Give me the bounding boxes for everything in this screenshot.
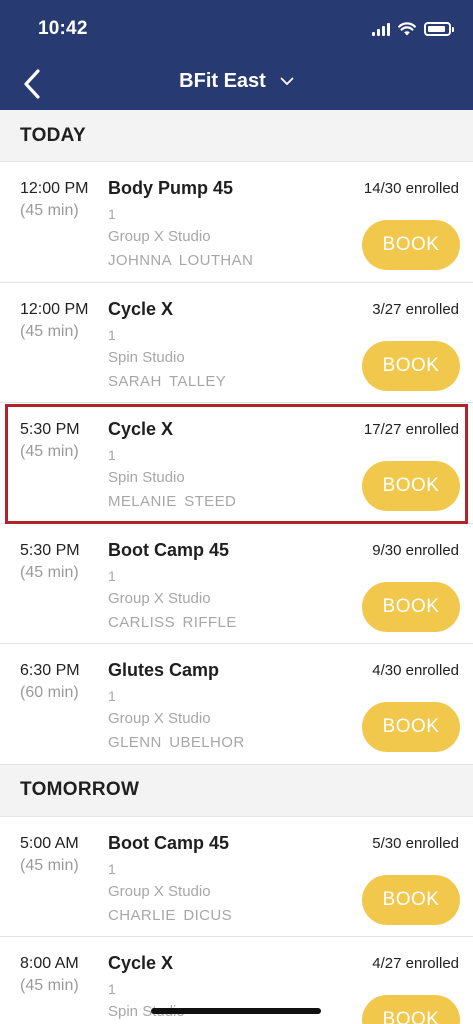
class-name: Cycle X	[108, 419, 174, 439]
class-number: 1	[108, 860, 116, 877]
section-header-today: TODAY	[0, 110, 473, 162]
enrollment-count: 5/30 enrolled	[372, 834, 459, 852]
class-instructor: JOHNNA LOUTHAN	[108, 252, 254, 269]
battery-icon	[424, 22, 454, 36]
class-time: 5:30 PM	[20, 421, 80, 438]
status-icons	[372, 20, 454, 38]
home-indicator	[151, 1008, 321, 1014]
class-row[interactable]: 6:30 PM (60 min) Glutes Camp 1 Group X S…	[0, 644, 473, 765]
class-instructor: SARAH TALLEY	[108, 372, 227, 390]
class-row[interactable]: 5:30 PM (45 min) Cycle X 1 Spin Studio M…	[0, 403, 473, 524]
location-selector[interactable]: BFit East	[0, 70, 473, 93]
class-duration: (45 min)	[20, 856, 79, 874]
enrollment-count: 14/30 enrolled	[363, 180, 459, 197]
book-button[interactable]: BOOK	[362, 220, 460, 270]
class-schedule-list[interactable]: TODAY 12:00 PM (45 min) Body Pump 45 1 G…	[0, 110, 473, 1024]
class-room: Group X Studio	[108, 710, 211, 727]
class-duration: (45 min)	[20, 202, 79, 219]
class-time: 6:30 PM	[20, 662, 80, 679]
class-duration: (45 min)	[20, 443, 79, 460]
class-instructor: MELANIE STEED	[108, 493, 237, 510]
class-number: 1	[108, 981, 116, 997]
class-number: 1	[108, 567, 116, 584]
book-button[interactable]: BOOK	[362, 340, 460, 391]
class-number: 1	[108, 326, 116, 343]
section-header-tomorrow: TOMORROW	[0, 764, 473, 817]
class-row[interactable]: 12:00 PM (45 min) Cycle X 1 Spin Studio …	[0, 282, 473, 403]
class-time: 8:00 AM	[20, 955, 79, 972]
enrollment-count: 3/27 enrolled	[372, 300, 459, 318]
wifi-icon	[398, 22, 416, 36]
class-number: 1	[108, 206, 116, 222]
class-number: 1	[108, 688, 116, 704]
class-room: Group X Studio	[108, 228, 211, 245]
chevron-down-icon	[280, 77, 294, 86]
class-room: Group X Studio	[108, 882, 211, 900]
class-room: Spin Studio	[108, 348, 185, 366]
enrollment-count: 4/27 enrolled	[372, 955, 459, 972]
class-duration: (45 min)	[20, 977, 79, 994]
class-row[interactable]: 5:00 AM (45 min) Boot Camp 45 1 Group X …	[0, 816, 473, 937]
class-duration: (60 min)	[20, 684, 79, 701]
class-instructor: GLENN UBELHOR	[108, 734, 245, 751]
class-name: Body Pump 45	[108, 178, 234, 198]
class-row[interactable]: 5:30 PM (45 min) Boot Camp 45 1 Group X …	[0, 523, 473, 644]
book-button[interactable]: BOOK	[362, 702, 460, 752]
status-time: 10:42	[38, 18, 88, 39]
enrollment-count: 17/27 enrolled	[363, 421, 459, 438]
class-time: 5:00 AM	[20, 834, 79, 852]
class-time: 12:00 PM	[20, 180, 89, 197]
class-instructor: CARLISS RIFFLE	[108, 613, 237, 631]
class-name: Cycle X	[108, 953, 174, 973]
class-name: Cycle X	[108, 298, 174, 319]
book-button[interactable]: BOOK	[362, 461, 460, 511]
class-number: 1	[108, 447, 116, 463]
class-duration: (45 min)	[20, 322, 79, 340]
class-name: Boot Camp 45	[108, 832, 230, 853]
enrollment-count: 9/30 enrolled	[372, 541, 459, 559]
class-row[interactable]: 12:00 PM (45 min) Body Pump 45 1 Group X…	[0, 162, 473, 283]
class-time: 12:00 PM	[20, 300, 89, 318]
app-header: 10:42 BFit East	[0, 0, 473, 110]
class-duration: (45 min)	[20, 563, 79, 581]
class-instructor: CHARLIE DICUS	[108, 906, 233, 924]
book-button[interactable]: BOOK	[362, 995, 460, 1024]
class-time: 5:30 PM	[20, 541, 80, 559]
class-room: Spin Studio	[108, 469, 185, 486]
class-room: Group X Studio	[108, 589, 211, 607]
cellular-signal-icon	[372, 22, 390, 36]
book-button[interactable]: BOOK	[362, 581, 460, 632]
enrollment-count: 4/30 enrolled	[372, 662, 459, 679]
class-name: Boot Camp 45	[108, 539, 230, 560]
page-title: BFit East	[179, 70, 266, 92]
book-button[interactable]: BOOK	[362, 874, 460, 925]
class-name: Glutes Camp	[108, 660, 220, 680]
